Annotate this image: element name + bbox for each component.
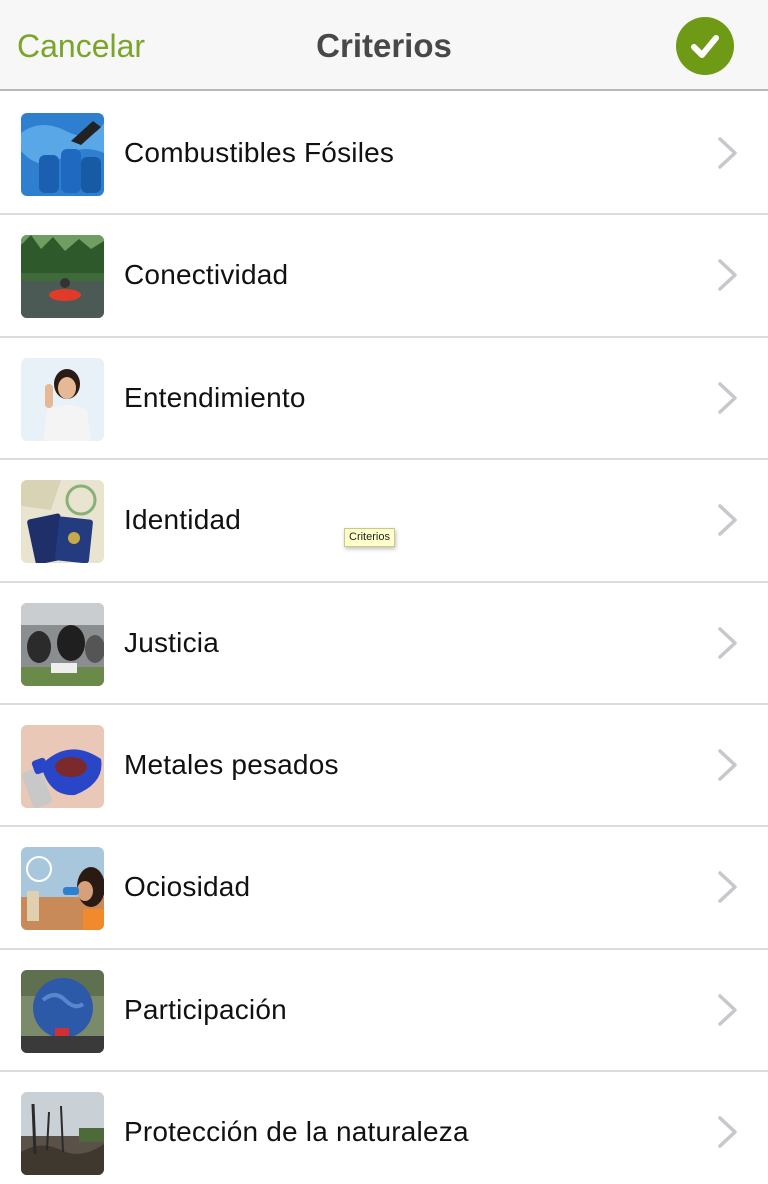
list-item-label: Metales pesados xyxy=(124,748,339,780)
list-item-metales-pesados[interactable]: Metales pesados xyxy=(0,704,768,828)
chevron-right-icon xyxy=(718,1116,737,1148)
bubbles-child-thumbnail xyxy=(21,847,104,931)
chevron-right-icon xyxy=(718,259,737,292)
done-button[interactable] xyxy=(676,17,734,75)
list-item-proteccion-naturaleza[interactable]: Protección de la naturaleza xyxy=(0,1072,768,1184)
criteria-list: Combustibles Fósiles Conectividad Entend… xyxy=(0,93,768,1184)
chevron-right-icon xyxy=(718,137,737,169)
chevron-right-icon xyxy=(718,504,737,536)
tooltip: Criterios xyxy=(344,528,395,547)
chevron-right-icon xyxy=(718,993,737,1026)
page-title: Criterios xyxy=(316,27,452,64)
list-item-combustibles-fosiles[interactable]: Combustibles Fósiles xyxy=(0,93,768,216)
list-item-label: Justicia xyxy=(124,626,219,658)
chevron-right-icon xyxy=(718,871,737,904)
list-item-ociosidad[interactable]: Ociosidad xyxy=(0,827,768,950)
kayak-river-thumbnail xyxy=(21,235,104,319)
checkmark-icon xyxy=(691,35,719,58)
list-item-justicia[interactable]: Justicia xyxy=(0,582,768,705)
list-item-label: Entendimiento xyxy=(124,381,306,413)
deforestation-thumbnail xyxy=(21,1092,104,1176)
list-item-label: Protección de la naturaleza xyxy=(124,1116,469,1148)
list-item-label: Conectividad xyxy=(124,259,289,291)
globe-crowd-thumbnail xyxy=(21,969,104,1053)
list-item-conectividad[interactable]: Conectividad xyxy=(0,215,768,338)
navigation-bar: Cancelar Criterios xyxy=(0,0,768,91)
list-item-label: Combustibles Fósiles xyxy=(124,137,395,168)
list-item-entendimiento[interactable]: Entendimiento xyxy=(0,337,768,461)
list-item-identidad[interactable]: Identidad xyxy=(0,460,768,583)
chevron-right-icon xyxy=(718,749,737,781)
chevron-right-icon xyxy=(718,382,737,414)
protest-crowd-thumbnail xyxy=(21,602,104,686)
fuel-barrels-thumbnail xyxy=(21,113,104,196)
list-item-label: Identidad xyxy=(124,504,242,536)
list-item-participacion[interactable]: Participación xyxy=(0,949,768,1073)
blue-lipstick-thumbnail xyxy=(21,724,104,808)
child-thinking-thumbnail xyxy=(21,357,104,441)
chevron-right-icon xyxy=(718,626,737,659)
list-item-label: Participación xyxy=(124,993,287,1025)
passport-thumbnail xyxy=(21,480,104,564)
list-item-label: Ociosidad xyxy=(124,871,251,903)
